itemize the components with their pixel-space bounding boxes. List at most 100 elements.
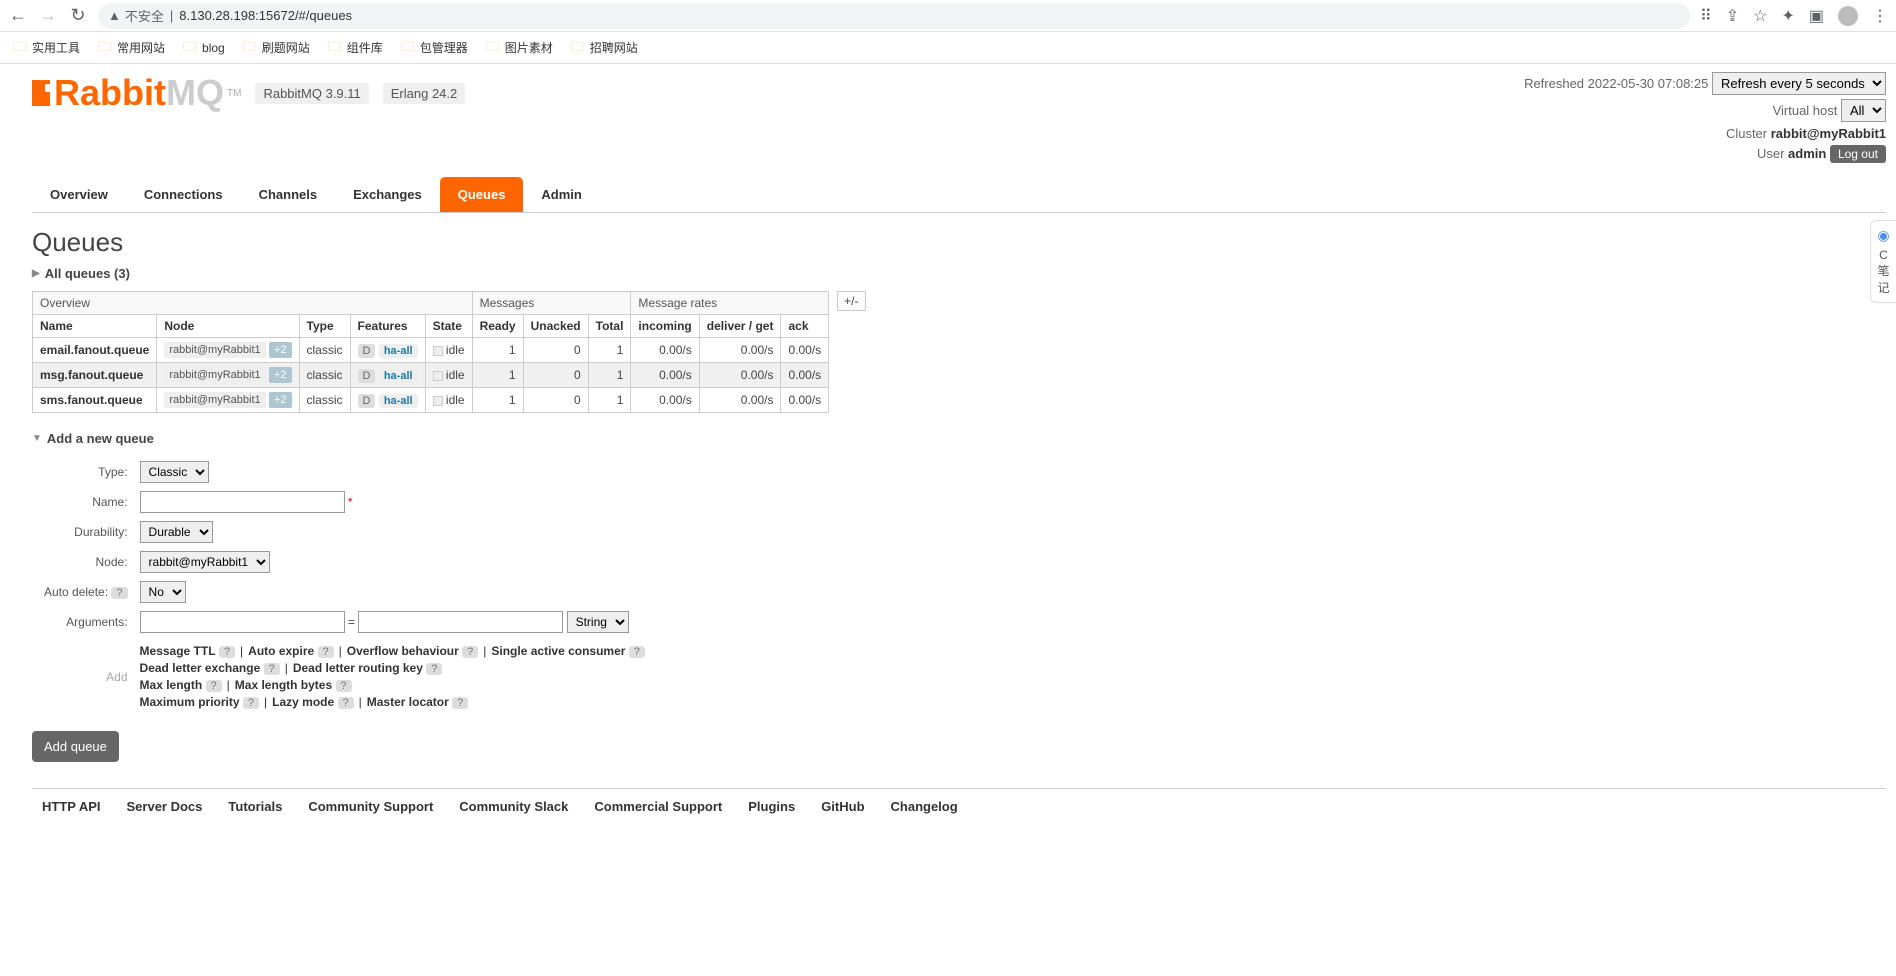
replica-count[interactable]: +2 — [269, 342, 292, 358]
footer-link[interactable]: HTTP API — [42, 799, 101, 814]
footer-link[interactable]: Community Slack — [459, 799, 568, 814]
arg-helper[interactable]: Dead letter routing key — [293, 661, 423, 675]
star-icon[interactable]: ☆ — [1753, 6, 1767, 26]
menu-icon[interactable]: ⋮ — [1872, 6, 1888, 26]
tab-queues[interactable]: Queues — [440, 177, 524, 212]
bookmark-item[interactable]: 🗀招聘网站 — [566, 36, 643, 60]
arguments-label: Arguments: — [44, 608, 134, 636]
arg-helper[interactable]: Master locator — [367, 695, 449, 709]
col-total[interactable]: Total — [588, 315, 631, 338]
col-features[interactable]: Features — [350, 315, 425, 338]
arg-type-select[interactable]: String — [567, 611, 629, 633]
queue-name-link[interactable]: msg.fanout.queue — [40, 368, 143, 382]
name-input[interactable] — [140, 491, 345, 513]
node-tag: rabbit@myRabbit1 — [164, 342, 265, 358]
type-select[interactable]: Classic — [140, 461, 209, 483]
arg-helper[interactable]: Maximum priority — [140, 695, 240, 709]
help-icon[interactable]: ? — [243, 697, 259, 709]
profile-icon[interactable] — [1838, 6, 1858, 26]
durability-select[interactable]: Durable — [140, 521, 213, 543]
footer-link[interactable]: Plugins — [748, 799, 795, 814]
side-notes-panel[interactable]: ◉ C 笔记 — [1870, 220, 1896, 303]
bookmark-item[interactable]: 🗀刷题网站 — [238, 36, 315, 60]
bookmark-item[interactable]: 🗀组件库 — [323, 36, 388, 60]
arg-value-input[interactable] — [358, 611, 563, 633]
bookmark-item[interactable]: 🗀包管理器 — [396, 36, 473, 60]
replica-count[interactable]: +2 — [269, 367, 292, 383]
columns-toggle[interactable]: +/- — [837, 291, 865, 311]
vhost-select[interactable]: All — [1841, 99, 1886, 122]
col-node[interactable]: Node — [157, 315, 299, 338]
bookmark-item[interactable]: 🗀常用网站 — [93, 36, 170, 60]
col-incoming[interactable]: incoming — [631, 315, 699, 338]
arg-helper[interactable]: Lazy mode — [272, 695, 334, 709]
reload-button[interactable]: ↻ — [68, 5, 88, 26]
col-state[interactable]: State — [425, 315, 472, 338]
footer-link[interactable]: Server Docs — [127, 799, 203, 814]
footer-link[interactable]: Tutorials — [228, 799, 282, 814]
arg-helper[interactable]: Auto expire — [248, 644, 314, 658]
arg-helper[interactable]: Single active consumer — [491, 644, 625, 658]
translate-icon[interactable]: ⠿ — [1700, 6, 1712, 26]
col-name[interactable]: Name — [33, 315, 157, 338]
col-type[interactable]: Type — [299, 315, 350, 338]
tab-overview[interactable]: Overview — [32, 177, 126, 212]
node-select[interactable]: rabbit@myRabbit1 — [140, 551, 270, 573]
sidepanel-icon[interactable]: ▣ — [1809, 6, 1824, 26]
rabbitmq-logo[interactable]: RabbitMQ TM — [32, 72, 241, 114]
tab-connections[interactable]: Connections — [126, 177, 241, 212]
all-queues-toggle[interactable]: ▶ All queues (3) — [32, 266, 1886, 281]
help-icon[interactable]: ? — [629, 646, 645, 658]
share-icon[interactable]: ⇪ — [1726, 6, 1739, 26]
help-icon[interactable]: ? — [452, 697, 468, 709]
arg-helper[interactable]: Max length bytes — [235, 678, 332, 692]
erlang-badge: Erlang 24.2 — [383, 83, 466, 104]
tab-channels[interactable]: Channels — [241, 177, 336, 212]
tab-exchanges[interactable]: Exchanges — [335, 177, 440, 212]
replica-count[interactable]: +2 — [269, 392, 292, 408]
forward-button[interactable]: → — [38, 5, 58, 26]
arg-helper[interactable]: Max length — [140, 678, 203, 692]
browser-actions: ⠿ ⇪ ☆ ✦ ▣ ⋮ — [1700, 6, 1888, 26]
add-queue-toggle[interactable]: ▼ Add a new queue — [32, 431, 1886, 446]
col-unacked[interactable]: Unacked — [523, 315, 588, 338]
help-icon[interactable]: ? — [111, 587, 127, 599]
help-icon[interactable]: ? — [318, 646, 334, 658]
state-icon — [433, 396, 443, 406]
bookmark-item[interactable]: 🗀实用工具 — [8, 36, 85, 60]
bookmark-item[interactable]: 🗀blog — [178, 36, 230, 60]
refresh-select[interactable]: Refresh every 5 seconds — [1712, 72, 1886, 95]
refreshed-label: Refreshed 2022-05-30 07:08:25 — [1524, 76, 1708, 91]
bookmark-item[interactable]: 🗀图片素材 — [481, 36, 558, 60]
queue-name-link[interactable]: sms.fanout.queue — [40, 393, 143, 407]
arg-helper[interactable]: Dead letter exchange — [140, 661, 261, 675]
arg-helper[interactable]: Message TTL — [140, 644, 216, 658]
table-row: sms.fanout.queuerabbit@myRabbit1 +2class… — [33, 388, 829, 413]
add-queue-button[interactable]: Add queue — [32, 731, 119, 762]
help-icon[interactable]: ? — [264, 663, 280, 675]
autodelete-select[interactable]: No — [140, 581, 186, 603]
arg-helper[interactable]: Overflow behaviour — [347, 644, 459, 658]
footer-link[interactable]: Community Support — [308, 799, 433, 814]
logout-button[interactable]: Log out — [1830, 145, 1886, 163]
footer-link[interactable]: Changelog — [891, 799, 958, 814]
col-ack[interactable]: ack — [781, 315, 829, 338]
folder-icon: 🗀 — [571, 36, 585, 60]
help-icon[interactable]: ? — [206, 680, 222, 692]
help-icon[interactable]: ? — [338, 697, 354, 709]
queue-name-link[interactable]: email.fanout.queue — [40, 343, 149, 357]
help-icon[interactable]: ? — [462, 646, 478, 658]
help-icon[interactable]: ? — [336, 680, 352, 692]
footer-link[interactable]: GitHub — [821, 799, 864, 814]
footer-link[interactable]: Commercial Support — [594, 799, 722, 814]
help-icon[interactable]: ? — [219, 646, 235, 658]
bookmarks-bar: 🗀实用工具 🗀常用网站 🗀blog 🗀刷题网站 🗀组件库 🗀包管理器 🗀图片素材 🗀招聘网站 — [0, 32, 1896, 64]
col-deliver-get[interactable]: deliver / get — [699, 315, 781, 338]
col-ready[interactable]: Ready — [472, 315, 523, 338]
extensions-icon[interactable]: ✦ — [1781, 6, 1794, 26]
back-button[interactable]: ← — [8, 5, 28, 26]
url-bar[interactable]: ▲ 不安全 | 8.130.28.198:15672/#/queues — [98, 3, 1690, 29]
help-icon[interactable]: ? — [426, 663, 442, 675]
tab-admin[interactable]: Admin — [523, 177, 599, 212]
arg-key-input[interactable] — [140, 611, 345, 633]
